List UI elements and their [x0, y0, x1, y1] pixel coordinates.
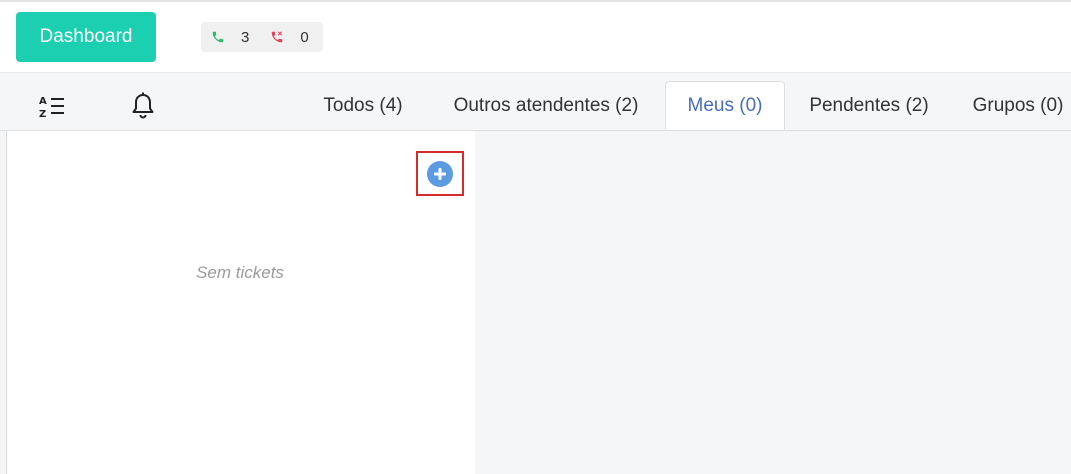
bell-icon[interactable] [130, 92, 156, 120]
ticket-detail-pane [475, 131, 1071, 474]
phone-missed-icon [269, 29, 285, 45]
phone-icon [210, 29, 226, 45]
top-bar: Dashboard 3 0 [0, 2, 1071, 73]
tab-todos[interactable]: Todos (4) [303, 81, 423, 130]
dashboard-button[interactable]: Dashboard [16, 12, 156, 62]
ticket-list-pane [6, 131, 476, 474]
empty-tickets-message: Sem tickets [196, 263, 284, 282]
svg-text:A: A [39, 96, 47, 107]
plus-circle-icon [426, 160, 454, 188]
tab-pendentes[interactable]: Pendentes (2) [794, 81, 944, 130]
tab-outros-atendentes[interactable]: Outros atendentes (2) [438, 81, 654, 130]
call-stats: 3 0 [201, 22, 323, 52]
tab-meus[interactable]: Meus (0) [665, 81, 785, 130]
missed-calls-count: 0 [300, 28, 309, 46]
svg-text:Z: Z [39, 109, 46, 119]
answered-calls-count: 3 [241, 28, 250, 46]
sort-alpha-icon[interactable]: A Z [38, 93, 66, 119]
add-ticket-button[interactable] [416, 151, 464, 196]
tab-grupos[interactable]: Grupos (0) [958, 81, 1071, 130]
